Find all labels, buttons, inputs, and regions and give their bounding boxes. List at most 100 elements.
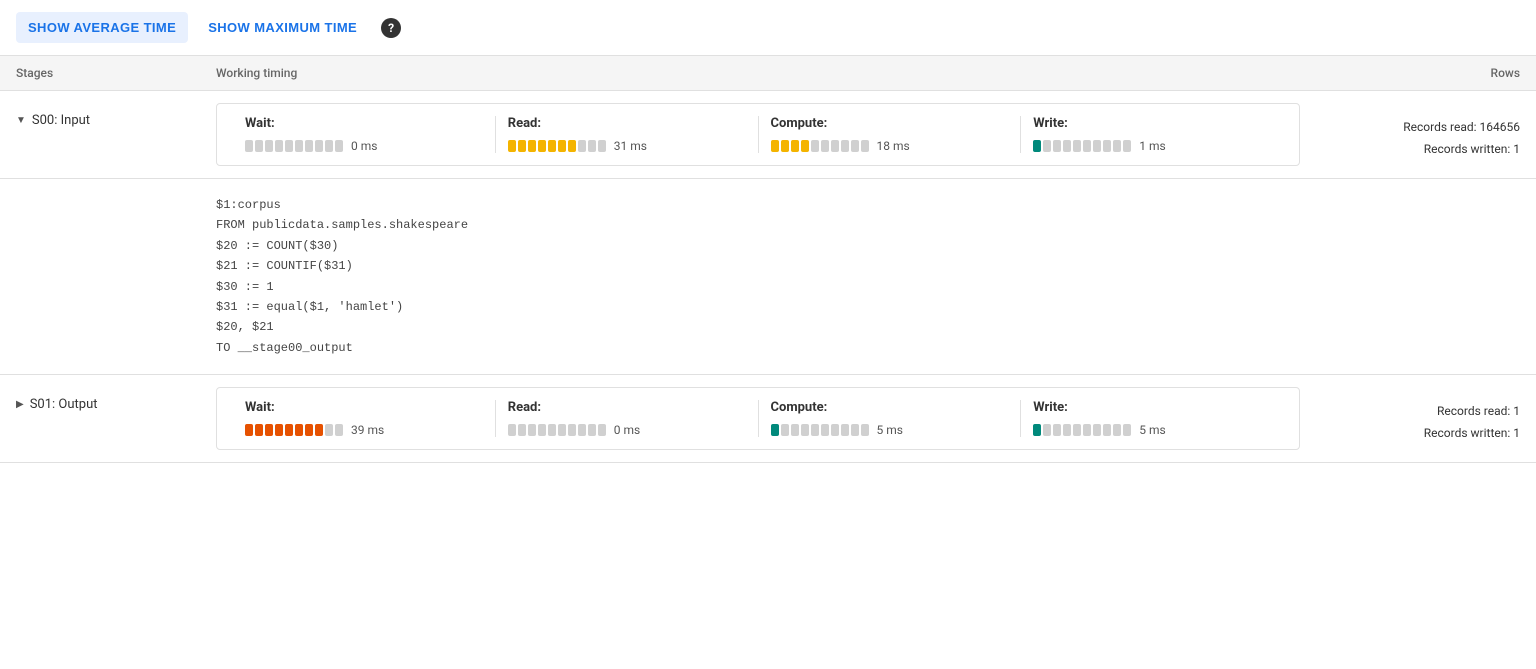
bar-seg xyxy=(1113,424,1121,436)
bar-seg xyxy=(528,140,536,152)
bar-seg xyxy=(588,140,596,152)
bar-seg xyxy=(325,424,333,436)
s01-wait-bar xyxy=(245,424,343,436)
s00-compute-value: 18 ms xyxy=(877,139,910,153)
s00-wait: Wait: 0 ms xyxy=(233,116,496,153)
bar-seg xyxy=(265,140,273,152)
stage-s00-row: ▼ S00: Input Wait: xyxy=(0,91,1536,179)
bar-seg xyxy=(831,140,839,152)
bar-seg xyxy=(821,424,829,436)
bar-seg xyxy=(538,140,546,152)
s01-compute: Compute: 5 ms xyxy=(759,400,1022,437)
bar-seg xyxy=(305,140,313,152)
bar-seg xyxy=(821,140,829,152)
bar-seg xyxy=(548,140,556,152)
bar-seg xyxy=(1123,140,1131,152)
s01-read-label: Read: xyxy=(508,400,746,415)
bar-seg xyxy=(265,424,273,436)
bar-seg xyxy=(598,424,606,436)
s00-records-read: Records read: 164656 xyxy=(1300,117,1520,139)
col-rows-header: Rows xyxy=(1300,66,1520,80)
s01-write: Write: 5 ms xyxy=(1021,400,1283,437)
bar-seg xyxy=(285,140,293,152)
bar-seg xyxy=(1103,424,1111,436)
bar-seg xyxy=(1103,140,1111,152)
stage-s00-label[interactable]: ▼ S00: Input xyxy=(16,103,216,128)
bar-seg xyxy=(861,140,869,152)
s00-write-bar xyxy=(1033,140,1131,152)
bar-seg xyxy=(851,140,859,152)
bar-seg xyxy=(255,424,263,436)
bar-seg xyxy=(1083,424,1091,436)
bar-seg xyxy=(781,140,789,152)
s01-wait-value: 39 ms xyxy=(351,423,384,437)
stage-s01-row: ▶ S01: Output Wait: xyxy=(0,375,1536,463)
s00-rows-col: Records read: 164656 Records written: 1 xyxy=(1300,103,1520,160)
s01-wait-label: Wait: xyxy=(245,400,483,415)
bar-seg xyxy=(518,140,526,152)
bar-seg xyxy=(861,424,869,436)
bar-seg xyxy=(771,140,779,152)
bar-seg xyxy=(245,140,253,152)
s00-code-section: $1:corpus FROM publicdata.samples.shakes… xyxy=(0,179,1536,375)
bar-seg xyxy=(791,140,799,152)
bar-seg xyxy=(1053,424,1061,436)
show-maximum-time-tab[interactable]: SHOW MAXIMUM TIME xyxy=(196,12,369,43)
stage-s01-header: ▶ S01: Output Wait: xyxy=(0,375,1536,462)
bar-seg xyxy=(771,424,779,436)
bar-seg xyxy=(538,424,546,436)
s00-compute-bar-row: 18 ms xyxy=(771,139,1009,153)
s00-label-text: S00: Input xyxy=(32,113,90,128)
bar-seg xyxy=(1073,424,1081,436)
s00-read-bar xyxy=(508,140,606,152)
s00-wait-value: 0 ms xyxy=(351,139,377,153)
bar-seg xyxy=(518,424,526,436)
table-header: Stages Working timing Rows xyxy=(0,56,1536,91)
bar-seg xyxy=(1043,424,1051,436)
bar-seg xyxy=(841,424,849,436)
bar-seg xyxy=(588,424,596,436)
s00-read-label: Read: xyxy=(508,116,746,131)
bar-seg xyxy=(315,424,323,436)
bar-seg xyxy=(1083,140,1091,152)
s01-wait: Wait: 39 ms xyxy=(233,400,496,437)
bar-seg xyxy=(305,424,313,436)
bar-seg xyxy=(335,140,343,152)
s01-read-bar xyxy=(508,424,606,436)
code-line-2: FROM publicdata.samples.shakespeare xyxy=(216,215,1520,235)
bar-seg xyxy=(801,424,809,436)
s01-compute-label: Compute: xyxy=(771,400,1009,415)
s00-wait-bar-row: 0 ms xyxy=(245,139,483,153)
code-line-1: $1:corpus xyxy=(216,195,1520,215)
code-line-3: $20 := COUNT($30) xyxy=(216,236,1520,256)
help-icon[interactable]: ? xyxy=(381,18,401,38)
s00-timing-block: Wait: 0 ms xyxy=(216,103,1300,166)
s01-compute-bar-row: 5 ms xyxy=(771,423,1009,437)
bar-seg xyxy=(1113,140,1121,152)
bar-seg xyxy=(315,140,323,152)
s01-rows-col: Records read: 1 Records written: 1 xyxy=(1300,387,1520,444)
bar-seg xyxy=(1123,424,1131,436)
s01-write-value: 5 ms xyxy=(1139,423,1165,437)
s01-records-read: Records read: 1 xyxy=(1300,401,1520,423)
s00-wait-bar xyxy=(245,140,343,152)
bar-seg xyxy=(568,424,576,436)
bar-seg xyxy=(1063,140,1071,152)
s00-compute: Compute: 18 ms xyxy=(759,116,1022,153)
bar-seg xyxy=(558,140,566,152)
bar-seg xyxy=(598,140,606,152)
s00-write-label: Write: xyxy=(1033,116,1271,131)
header-tabs: SHOW AVERAGE TIME SHOW MAXIMUM TIME ? xyxy=(0,0,1536,56)
bar-seg xyxy=(558,424,566,436)
stage-s01-label[interactable]: ▶ S01: Output xyxy=(16,387,216,412)
show-average-time-tab[interactable]: SHOW AVERAGE TIME xyxy=(16,12,188,43)
col-stages-header: Stages xyxy=(16,66,216,80)
s01-expand-arrow[interactable]: ▶ xyxy=(16,399,24,410)
s00-read-value: 31 ms xyxy=(614,139,647,153)
bar-seg xyxy=(1043,140,1051,152)
s00-expand-arrow[interactable]: ▼ xyxy=(16,115,26,126)
bar-seg xyxy=(508,424,516,436)
s00-records-written: Records written: 1 xyxy=(1300,139,1520,161)
bar-seg xyxy=(275,424,283,436)
s00-write-value: 1 ms xyxy=(1139,139,1165,153)
